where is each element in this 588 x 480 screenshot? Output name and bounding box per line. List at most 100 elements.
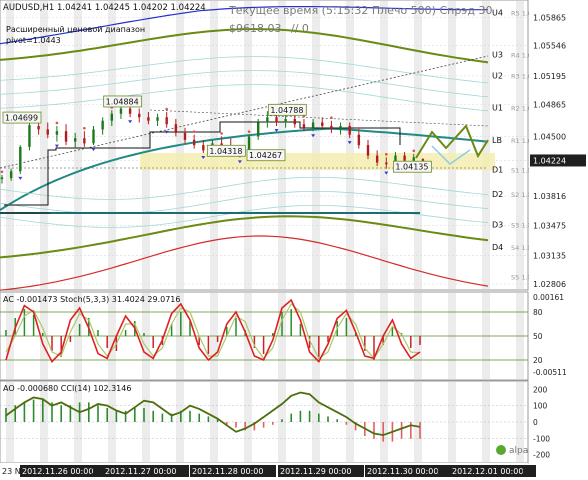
price-axis: 1.05865 1.05546 1.05195 1.04865 1.04500 1.042… [529,0,588,480]
main-price-panel: U4 R5 1.0562U3 R4 1.0544U2 R3 1.0520U1 R2 1.… [0,0,544,291]
timer-text: Текущее время (5:15:32 Плечо 500) Спрэд … [228,4,492,17]
stoch-tick: 20 [533,356,543,365]
fractal-marker [357,126,361,130]
fractal-marker [220,132,223,135]
time-tick: 02 [90,467,100,476]
fractal-marker [55,121,59,125]
price-callout: 1.04884 [106,97,139,106]
price-tick: 1.04865 [533,101,566,110]
candle-body [293,118,296,125]
candle-body [64,131,68,142]
pivot-label: pivot=1.0443 [6,36,61,45]
time-tick: 02 [437,467,447,476]
candle-body [174,124,178,133]
candle-body [165,117,168,125]
level-code: U1 [492,104,503,113]
candle-body [46,129,49,135]
level-code: D1 [492,166,503,175]
time-tick: 2012.11.27 00:00 [105,467,176,476]
level-code: D2 [492,190,503,199]
session-stripe [414,1,422,289]
candle-body [83,138,86,144]
cci-tick: -100 [533,434,550,443]
fractal-marker [412,149,416,153]
candle-body [37,125,40,130]
candle-body [92,129,95,144]
trading-chart: U4 R5 1.0562U3 R4 1.0544U2 R3 1.0520U1 R2 1.… [0,0,588,480]
price-tick: 1.03816 [533,192,566,201]
candle-body [19,146,22,172]
candle-body [311,122,315,128]
candle-body [128,108,132,114]
chart-symbol-header: AUDUSD,H1 [3,3,54,13]
fractal-marker [192,130,196,133]
price-callout: 1.04788 [270,106,303,115]
stoch-panel: AC -0.001473 Stoch(5,3,3) 31.4024 29.071… [0,291,529,381]
time-tick: 2012.11.26 00:00 [22,467,93,476]
candle-body [183,132,187,140]
session-stripe [278,1,286,289]
fractal-marker [385,153,388,156]
alpari-logo: alpari [496,445,534,456]
fractal-marker [83,126,86,130]
price-tick: 1.02806 [533,280,566,289]
candle-body [266,117,269,123]
candle-body [284,118,287,123]
time-tick: 2012.11.29 00:00 [280,467,351,476]
price-tick: 1.04500 [533,132,566,141]
candle-body [421,159,425,161]
price-tick: 1.05865 [533,14,566,23]
candle-body [302,124,306,128]
cci-tick: 100 [533,402,548,411]
candle-body [192,139,196,146]
session-stripe [142,1,150,289]
candle-body [110,113,113,121]
stoch-tick: -0.00511 [533,368,567,377]
time-tick: 2012.12.01 00:00 [452,467,523,476]
candle-body [275,117,278,123]
candle-body [55,131,59,135]
price-callout: 1.04267 [249,151,282,160]
candle-body [375,155,379,163]
time-tick: 2012.11.30 00:00 [367,467,438,476]
price-tick: 1.04224 [533,156,566,165]
fractal-marker [247,130,251,133]
price-tick: 1.03475 [533,222,566,231]
price-tick: 1.05546 [533,41,566,50]
level-code: U4 [492,9,503,18]
candle-body [348,125,351,135]
candle-body [138,113,141,118]
time-axis: 23 N 2012.11.26 00:0002 2012.11.27 00:007 … [0,463,536,480]
time-tick: 02 [264,467,274,476]
level-code: U2 [492,71,503,80]
candle-body [9,171,13,179]
candle-body [257,122,260,137]
cci-title: AO -0.000680 CCI(14) 102.3146 [3,384,131,393]
price-callout: 1.04135 [395,163,428,172]
candle-body [119,108,123,114]
level-code: U3 [492,51,503,60]
cci-tick: -200 [533,451,550,460]
session-stripe [312,1,320,289]
candle-body [339,125,342,130]
candle-body [0,177,4,180]
price-tick: 1.03135 [533,251,566,260]
balance-text: $9618.03 [229,22,282,35]
time-tick: 23 N [2,467,21,476]
counter-text: // 0 [291,22,309,35]
candle-body [366,145,370,156]
session-stripe [346,1,354,289]
candle-body [220,143,223,146]
fractal-marker [165,107,168,111]
candle-body [330,125,333,130]
candle-body [403,155,406,161]
candle-body [147,117,150,121]
stoch-tick: 0.00161 [533,293,564,302]
candle-body [202,145,205,151]
candle-body [412,157,415,161]
candle-body [357,134,361,146]
stoch-tick: 50 [533,332,543,341]
range-label: Расширенный ценовой диапазон [6,25,145,34]
stoch-tick: 80 [533,308,543,317]
fractal-marker [0,170,4,174]
